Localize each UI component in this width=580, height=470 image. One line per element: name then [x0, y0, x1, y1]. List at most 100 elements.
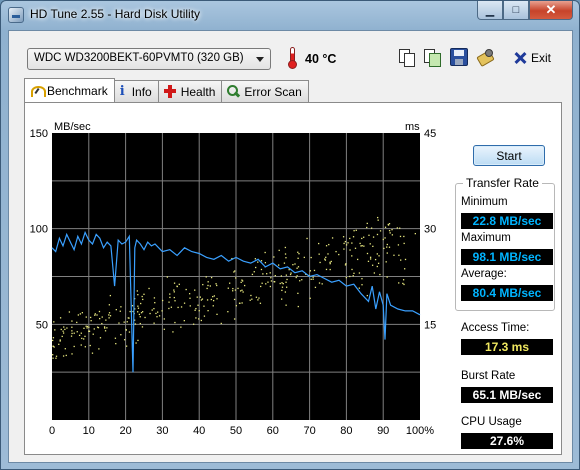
access-time-point	[215, 283, 217, 285]
tab-error-scan[interactable]: Error Scan	[221, 80, 309, 102]
access-time-point	[135, 342, 137, 344]
access-time-point	[78, 334, 81, 337]
access-time-point	[71, 326, 73, 328]
access-time-point	[52, 354, 54, 356]
minimum-label: Minimum	[461, 196, 508, 208]
access-time-point	[318, 282, 321, 284]
access-time-point	[361, 237, 363, 240]
access-time-point	[372, 236, 375, 238]
access-time-point	[232, 290, 234, 292]
access-time-point	[241, 302, 243, 304]
access-time-point	[273, 281, 275, 283]
access-time-point	[207, 310, 209, 312]
access-time-point	[173, 296, 175, 299]
drive-select-value: WDC WD3200BEKT-60PVMT0 (320 GB)	[34, 52, 244, 64]
close-x-icon	[514, 52, 526, 64]
access-time-point	[345, 263, 347, 265]
access-time-point	[94, 314, 96, 316]
cpu-usage-label: CPU Usage	[461, 416, 522, 428]
access-time-point	[200, 299, 203, 301]
tab-info[interactable]: i Info	[113, 80, 159, 102]
access-time-point	[296, 275, 298, 277]
access-time-point	[232, 287, 234, 290]
access-time-point	[81, 312, 84, 314]
access-time-point	[115, 309, 117, 311]
access-time-point	[284, 246, 287, 249]
x-tick-label: 50	[230, 425, 242, 437]
close-button[interactable]: ✕	[529, 1, 573, 20]
access-time-point	[212, 299, 215, 302]
copy-all-icon[interactable]	[423, 48, 441, 67]
access-time-point	[68, 311, 71, 313]
access-time-point	[387, 223, 389, 226]
copy-icon[interactable]	[397, 48, 415, 67]
access-time-point	[306, 237, 308, 240]
access-time-point	[283, 262, 286, 264]
access-time-point	[355, 229, 357, 231]
tab-benchmark[interactable]: Benchmark	[24, 78, 115, 102]
access-time-point	[331, 237, 334, 239]
exit-button[interactable]: Exit	[514, 49, 551, 67]
benchmark-panel: 0 10 20 30 40 50 60 70 80 90 100% 150 100 50 45 30 15 MB…	[24, 102, 562, 455]
x-tick-label: 40	[193, 425, 205, 437]
access-time-point	[358, 287, 360, 289]
access-time-point	[137, 307, 140, 309]
access-time-point	[131, 305, 134, 307]
drive-select[interactable]: WDC WD3200BEKT-60PVMT0 (320 GB)	[27, 48, 271, 70]
access-time-point	[313, 269, 316, 272]
access-time-point	[359, 242, 361, 245]
access-time-point	[285, 281, 287, 283]
access-time-point	[251, 273, 254, 276]
access-time-point	[151, 309, 153, 311]
maximize-button[interactable]: □	[503, 1, 529, 20]
access-time-point	[289, 273, 292, 276]
options-icon[interactable]	[476, 48, 494, 66]
access-time-point	[368, 234, 370, 236]
access-time-point	[196, 296, 198, 298]
window-title: HD Tune 2.55 - Hard Disk Utility	[30, 7, 201, 21]
title-bar[interactable]: HD Tune 2.55 - Hard Disk Utility ▁ □ ✕	[1, 1, 579, 29]
y-axis-label: MB/sec	[54, 121, 91, 133]
access-time-point	[195, 307, 197, 310]
tab-label: Benchmark	[47, 84, 108, 98]
access-time-point	[240, 281, 242, 284]
access-time-point	[98, 348, 100, 350]
maximum-label: Maximum	[461, 232, 511, 244]
access-time-point	[386, 246, 388, 248]
access-time-point	[267, 281, 269, 283]
access-time-point	[285, 304, 287, 306]
access-time-point	[206, 287, 208, 290]
access-time-point	[163, 328, 165, 330]
access-time-point	[55, 355, 58, 357]
access-time-point	[64, 348, 66, 350]
y-tick-label: 150	[30, 128, 48, 140]
access-time-point	[170, 306, 173, 308]
access-time-point	[388, 229, 391, 232]
start-button[interactable]: Start	[473, 145, 545, 166]
access-time-point	[319, 261, 321, 264]
access-time-point	[209, 285, 211, 287]
access-time-point	[270, 280, 273, 282]
access-time-point	[84, 346, 86, 348]
access-time-point	[358, 272, 361, 274]
access-time-point	[235, 277, 237, 279]
access-time-point	[318, 253, 320, 255]
transfer-rate-chart: 0 10 20 30 40 50 60 70 80 90 100% 150 100 50 45 30 15 MB…	[30, 121, 437, 437]
access-time-point	[238, 302, 241, 304]
access-time-point	[361, 284, 363, 286]
access-time-point	[108, 312, 111, 314]
access-time-point	[290, 272, 292, 274]
access-time-point	[297, 292, 299, 295]
minimize-button[interactable]: ▁	[477, 1, 503, 20]
access-time-point	[86, 327, 88, 329]
access-time-point	[81, 337, 83, 340]
access-time-point	[120, 334, 122, 336]
tab-health[interactable]: Health	[157, 80, 223, 102]
access-time-point	[270, 277, 272, 279]
access-time-point	[310, 278, 312, 280]
access-time-point	[212, 295, 214, 298]
save-icon[interactable]	[450, 48, 468, 66]
y2-tick-label: 15	[424, 319, 436, 331]
access-time-point	[137, 305, 139, 307]
tab-label: Info	[131, 85, 152, 99]
